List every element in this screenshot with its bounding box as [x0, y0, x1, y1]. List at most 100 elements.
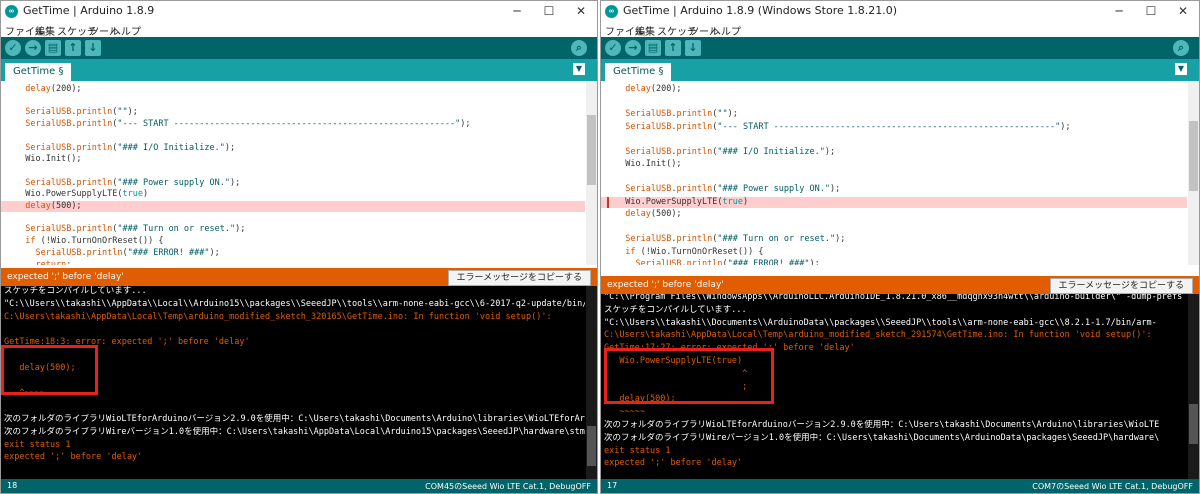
code-line[interactable]: SerialUSB.println(""); — [1, 107, 585, 118]
console-output[interactable]: expected ';' before 'delay' exit status 1… — [601, 294, 1199, 480]
code-line-text: SerialUSB.println("### Turn on or reset.… — [625, 234, 846, 244]
console-line: スケッチをコンパイルしています... — [604, 304, 747, 315]
code-line[interactable]: Wio.PowerSupplyLTE(true) — [1, 189, 585, 200]
verify-icon[interactable]: ✓ — [605, 40, 621, 56]
minimize-button[interactable]: ─ — [501, 1, 533, 21]
code-line[interactable] — [1, 96, 585, 107]
minimize-button[interactable]: ─ — [1103, 1, 1135, 21]
code-editor[interactable]: delay(200); SerialUSB.println(""); Seria… — [1, 81, 597, 265]
code-line[interactable]: delay(200); — [601, 84, 1187, 95]
save-icon[interactable]: ↓ — [685, 40, 701, 56]
console-scrollbar[interactable] — [586, 286, 597, 480]
code-line[interactable]: if (!Wio.TurnOnOrReset()) { — [601, 247, 1187, 258]
arduino-window-left: ∞ GetTime | Arduino 1.8.9 ─ ☐ ✕ ファイル 編集 … — [0, 0, 598, 494]
open-icon[interactable]: ↑ — [65, 40, 81, 56]
console-line: 次のフォルダのライブラリWioLTEforArduinoバージョン2.9.0を使… — [4, 414, 585, 424]
arduino-logo-icon: ∞ — [605, 5, 618, 18]
status-bar: 18 COM45のSeeed Wio LTE Cat.1, DebugOFF — [1, 479, 597, 493]
tab-gettime[interactable]: GetTime § — [5, 63, 72, 81]
code-line[interactable]: SerialUSB.println("--- START -----------… — [1, 119, 585, 130]
console-line: C:\Users\takashi\AppData\Local\Temp\ardu… — [604, 330, 1152, 341]
code-line-text: Wio.Init(); — [15, 154, 82, 165]
code-line[interactable]: SerialUSB.println(""); — [601, 109, 1187, 120]
code-line[interactable]: Wio.PowerSupplyLTE(true) — [601, 196, 1187, 208]
window-title: GetTime | Arduino 1.8.9 — [23, 4, 155, 17]
menu-help[interactable]: ヘルプ — [711, 23, 741, 38]
console-line: 次のフォルダのライブラリWireバージョン1.0を使用中：C:\Users\ta… — [604, 432, 1160, 443]
code-line[interactable]: delay(500); — [1, 201, 585, 212]
code-line[interactable]: delay(200); — [1, 84, 585, 95]
code-line[interactable]: SerialUSB.println("### I/O Initialize.")… — [1, 143, 585, 154]
code-line[interactable] — [1, 213, 585, 224]
save-icon[interactable]: ↓ — [85, 40, 101, 56]
maximize-button[interactable]: ☐ — [533, 1, 565, 21]
annotation-red-box — [604, 348, 774, 404]
upload-icon[interactable]: → — [625, 40, 641, 56]
code-line-text: delay(200); — [25, 84, 82, 94]
menu-help[interactable]: ヘルプ — [111, 23, 141, 38]
console-scrollbar-thumb[interactable] — [1189, 404, 1198, 444]
code-line-text: Wio.PowerSupplyLTE(true) — [615, 196, 749, 207]
upload-icon[interactable]: → — [25, 40, 41, 56]
code-line[interactable]: Wio.Init(); — [1, 154, 585, 165]
tab-menu-chevron-down-icon[interactable]: ▼ — [573, 63, 585, 75]
code-line[interactable] — [601, 134, 1187, 145]
code-line[interactable] — [601, 172, 1187, 183]
tab-menu-chevron-down-icon[interactable]: ▼ — [1175, 63, 1187, 75]
editor-scrollbar[interactable] — [586, 81, 597, 265]
open-icon[interactable]: ↑ — [665, 40, 681, 56]
code-line[interactable]: SerialUSB.println("### Turn on or reset.… — [1, 224, 585, 235]
close-button[interactable]: ✕ — [1167, 1, 1199, 21]
code-line[interactable]: SerialUSB.println("### Power supply ON."… — [1, 178, 585, 189]
code-line-text: SerialUSB.println("### ERROR! ###"); — [635, 259, 820, 265]
code-line[interactable]: return; — [1, 260, 585, 266]
status-board-port: COM45のSeeed Wio LTE Cat.1, DebugOFF — [425, 482, 591, 491]
console-scrollbar-thumb[interactable] — [587, 426, 596, 466]
code-line[interactable]: SerialUSB.println("### I/O Initialize.")… — [601, 147, 1187, 158]
code-line[interactable]: Wio.Init(); — [601, 159, 1187, 170]
close-button[interactable]: ✕ — [565, 1, 597, 21]
menu-bar: ファイル 編集 スケッチ ツール ヘルプ — [601, 21, 1199, 38]
code-line[interactable]: SerialUSB.println("### Power supply ON."… — [601, 184, 1187, 195]
console-line: exit status 1 — [4, 439, 71, 450]
code-line[interactable]: if (!Wio.TurnOnOrReset()) { — [1, 236, 585, 247]
toolbar: ✓ → ▤ ↑ ↓ ⌕ — [1, 37, 597, 59]
serial-monitor-icon[interactable]: ⌕ — [1173, 40, 1189, 56]
status-board-port: COM7のSeeed Wio LTE Cat.1, DebugOFF — [1032, 482, 1193, 491]
title-bar[interactable]: ∞ GetTime | Arduino 1.8.9 (Windows Store… — [601, 1, 1199, 21]
menu-edit[interactable]: 編集 — [35, 23, 55, 38]
console-output[interactable]: expected ';' before 'delay' exit status 1… — [1, 286, 597, 480]
editor-scrollbar-thumb[interactable] — [587, 115, 596, 185]
serial-monitor-icon[interactable]: ⌕ — [571, 40, 587, 56]
code-line[interactable]: SerialUSB.println("### ERROR! ###"); — [1, 248, 585, 259]
tab-gettime[interactable]: GetTime § — [605, 63, 672, 81]
code-line-text: SerialUSB.println("### Turn on or reset.… — [25, 224, 246, 235]
console-scrollbar[interactable] — [1188, 294, 1199, 480]
code-line[interactable]: SerialUSB.println("--- START -----------… — [601, 122, 1187, 133]
code-line[interactable]: SerialUSB.println("### ERROR! ###"); — [601, 259, 1187, 265]
code-line[interactable] — [601, 222, 1187, 233]
console-line: "C:\\Users\\takashi\\Documents\\ArduinoD… — [604, 317, 1157, 328]
arduino-window-right: ∞ GetTime | Arduino 1.8.9 (Windows Store… — [600, 0, 1200, 494]
new-sketch-icon[interactable]: ▤ — [45, 40, 61, 56]
new-sketch-icon[interactable]: ▤ — [645, 40, 661, 56]
maximize-button[interactable]: ☐ — [1135, 1, 1167, 21]
copy-error-button[interactable]: エラーメッセージをコピーする — [1049, 278, 1193, 294]
editor-scrollbar[interactable] — [1188, 81, 1199, 265]
console-line: "C:\\Program Files\\WindowsApps\\Arduino… — [604, 294, 1183, 302]
code-line-text: SerialUSB.println("### I/O Initialize.")… — [625, 146, 836, 157]
verify-icon[interactable]: ✓ — [5, 40, 21, 56]
editor-scrollbar-thumb[interactable] — [1189, 121, 1198, 191]
code-line[interactable] — [1, 166, 585, 177]
title-bar[interactable]: ∞ GetTime | Arduino 1.8.9 ─ ☐ ✕ — [1, 1, 597, 21]
console-line: ~~~~~ — [604, 407, 645, 418]
code-line-text: return; — [35, 259, 72, 266]
code-line[interactable] — [1, 131, 585, 142]
code-editor[interactable]: delay(200); SerialUSB.println(""); Seria… — [601, 81, 1199, 265]
copy-error-button[interactable]: エラーメッセージをコピーする — [447, 270, 591, 286]
error-message: expected ';' before 'delay' — [7, 272, 124, 282]
code-line[interactable]: SerialUSB.println("### Turn on or reset.… — [601, 234, 1187, 245]
menu-edit[interactable]: 編集 — [635, 23, 655, 38]
code-line[interactable] — [601, 97, 1187, 108]
code-line[interactable]: delay(500); — [601, 209, 1187, 220]
